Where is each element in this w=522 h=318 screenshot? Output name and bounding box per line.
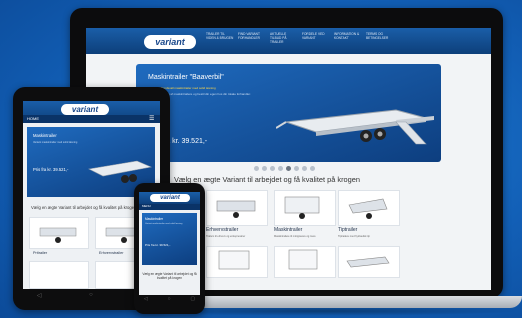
product-card-maskin[interactable] bbox=[274, 190, 336, 226]
hero-title: Maskintrailer "Baaverbil" bbox=[148, 74, 224, 81]
product-card[interactable] bbox=[29, 217, 89, 249]
page-tagline: Vælg en ægte Variant til arbejdet og få … bbox=[174, 175, 360, 184]
product-desc-tip: Tiptrailere med hydraulisk tip bbox=[338, 235, 370, 238]
product-desc-maskin: Maskintrailere til minigravere og mere bbox=[274, 235, 316, 238]
hero-price: Pris fra kr. 39.521,- bbox=[33, 167, 69, 172]
nav-item-forhandler[interactable]: FIND VARIANT FORHANDLER bbox=[238, 32, 266, 44]
phone-nav: MENU bbox=[139, 204, 200, 210]
product-label[interactable]: Erhvervstrailer bbox=[99, 251, 123, 255]
recent-apps-icon[interactable]: ▢ bbox=[190, 296, 195, 302]
main-nav: TRAILER TIL VIDEN & BRUGEN FIND VARIANT … bbox=[206, 32, 394, 44]
home-icon[interactable]: ○ bbox=[89, 292, 93, 299]
product-desc-erhverv: Trailers til erhverv og entreprenører bbox=[206, 235, 246, 238]
trailer-thumb bbox=[216, 200, 256, 218]
slider-dot[interactable] bbox=[302, 166, 307, 171]
slider-dot[interactable] bbox=[254, 166, 259, 171]
hero-price: Pris fra kr. 39.521,- bbox=[145, 243, 171, 247]
phone-nav-buttons: ◁ ○ ▢ bbox=[134, 296, 205, 302]
slider-dot[interactable] bbox=[278, 166, 283, 171]
product-card-erhverv[interactable] bbox=[206, 190, 268, 226]
product-card[interactable] bbox=[29, 261, 89, 289]
back-icon[interactable]: ◁ bbox=[37, 292, 42, 299]
page-tagline: Vælg en ægte Variant til arbejdet og få … bbox=[142, 272, 197, 280]
product-card[interactable] bbox=[338, 246, 400, 278]
slider-dot[interactable] bbox=[270, 166, 275, 171]
home-icon[interactable]: ○ bbox=[168, 296, 171, 302]
hero-title: Maskintrailer bbox=[33, 133, 57, 138]
slider-dots bbox=[254, 166, 315, 171]
page-tagline: Vælg en ægte Variant til arbejdet og få … bbox=[31, 205, 137, 210]
product-card[interactable] bbox=[206, 246, 268, 278]
hero-title: Maskintrailer bbox=[145, 217, 164, 221]
nav-home[interactable]: MENU bbox=[142, 204, 151, 208]
product-card-tip[interactable] bbox=[338, 190, 400, 226]
nav-item-terms[interactable]: TERMS OG BETINGELSER bbox=[366, 32, 394, 44]
slider-dot[interactable] bbox=[294, 166, 299, 171]
trailer-thumb bbox=[218, 250, 250, 270]
variant-logo[interactable]: variant bbox=[144, 35, 196, 49]
product-label[interactable]: Pritrailer bbox=[33, 251, 47, 255]
product-label-maskin[interactable]: Maskintrailer bbox=[274, 227, 302, 233]
trailer-thumb bbox=[346, 256, 390, 268]
nav-item-info[interactable]: INFORMATION & KONTAKT bbox=[334, 32, 362, 44]
site-header: variant TRAILER TIL VIDEN & BRUGEN FIND … bbox=[86, 28, 491, 54]
slider-dot-active[interactable] bbox=[286, 166, 291, 171]
nav-item-trailer[interactable]: TRAILER TIL VIDEN & BRUGEN bbox=[206, 32, 234, 44]
tablet-nav: HOME ☰ bbox=[23, 115, 160, 123]
phone-hero[interactable]: Maskintrailer Variant maskintrailer med … bbox=[142, 213, 197, 265]
back-icon[interactable]: ◁ bbox=[144, 296, 148, 302]
trailer-image bbox=[276, 109, 434, 145]
trailer-thumb bbox=[39, 227, 77, 243]
variant-logo[interactable]: variant bbox=[150, 194, 190, 202]
menu-icon[interactable]: ☰ bbox=[149, 115, 154, 122]
tablet-header: variant HOME ☰ bbox=[23, 101, 160, 123]
product-card[interactable] bbox=[274, 246, 336, 278]
nav-item-tilbud[interactable]: AKTUELLE TILBUD PÅ TRAILER bbox=[270, 32, 298, 44]
slider-dot[interactable] bbox=[310, 166, 315, 171]
slider-dot[interactable] bbox=[262, 166, 267, 171]
trailer-thumb bbox=[284, 196, 320, 219]
nav-item-fordele[interactable]: FORDELE VED VARIANT bbox=[302, 32, 330, 44]
hero-text: Variant maskintrailer med solid løsning bbox=[33, 141, 78, 144]
phone-frame: variant MENU Maskintrailer Variant maski… bbox=[134, 183, 205, 314]
hero-banner[interactable]: Maskintrailer "Baaverbil" Variant – Sund… bbox=[136, 64, 441, 162]
hero-text: Variant maskintrailer med solid løsning bbox=[145, 223, 183, 225]
nav-home[interactable]: HOME bbox=[27, 116, 39, 121]
trailer-thumb bbox=[348, 198, 388, 219]
phone-header: variant bbox=[139, 192, 200, 204]
product-label-tip[interactable]: Tiptrailer bbox=[338, 227, 357, 233]
trailer-thumb bbox=[288, 249, 318, 270]
phone-screen: variant MENU Maskintrailer Variant maski… bbox=[139, 192, 200, 295]
product-label-erhverv[interactable]: Erhvervstrailer bbox=[206, 227, 238, 233]
variant-logo[interactable]: variant bbox=[61, 104, 109, 115]
